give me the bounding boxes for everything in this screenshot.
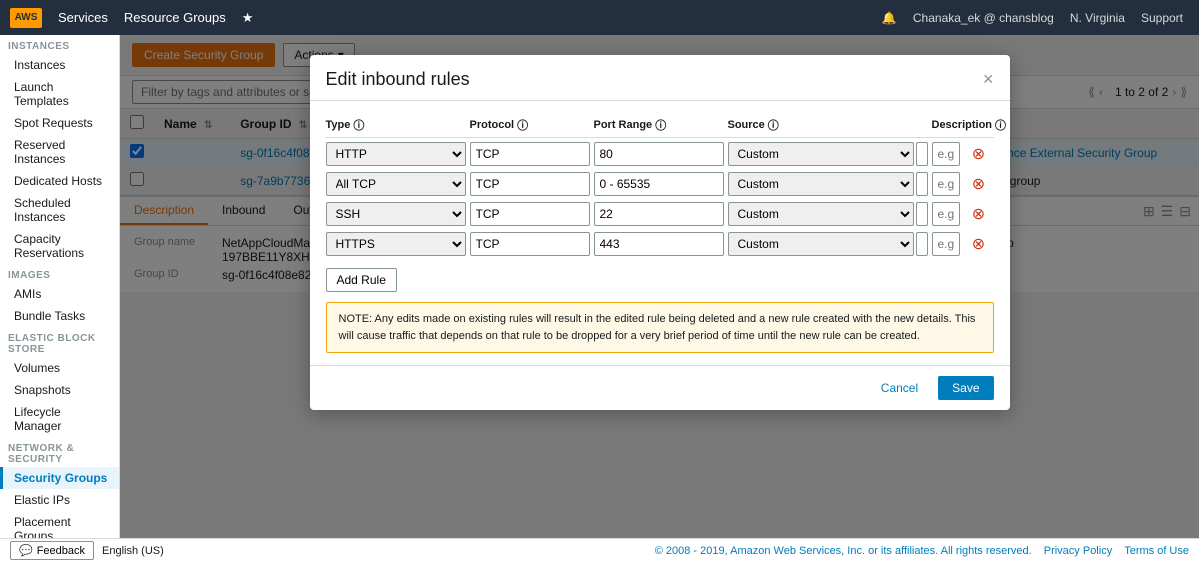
rule-2-remove-button[interactable]: ⊗ xyxy=(964,174,994,194)
rule-3-protocol-input[interactable] xyxy=(470,202,590,226)
main-layout: INSTANCES Instances Launch Templates Spo… xyxy=(0,35,1199,562)
aws-logo: AWS xyxy=(10,8,42,28)
add-rule-button[interactable]: Add Rule xyxy=(326,268,397,292)
edit-inbound-rules-modal: Edit inbound rules × Type ⓘ Protocol ⓘ P… xyxy=(310,55,1010,410)
rule-2-description-input[interactable] xyxy=(932,172,960,196)
sidebar-section-images: IMAGES xyxy=(0,264,119,283)
rule-1-source-type-select[interactable]: Custom xyxy=(728,142,914,166)
footer-language[interactable]: English (US) xyxy=(102,545,164,557)
modal-note: NOTE: Any edits made on existing rules w… xyxy=(326,302,994,353)
rule-2-type-select[interactable]: All TCP xyxy=(326,172,466,196)
sidebar-item-lifecycle-manager[interactable]: Lifecycle Manager xyxy=(0,401,119,437)
rule-2-source-type-select[interactable]: Custom xyxy=(728,172,914,196)
rule-1-port-input[interactable] xyxy=(594,142,724,166)
rules-col-port-range: Port Range ⓘ xyxy=(594,117,724,133)
rule-3-remove-button[interactable]: ⊗ xyxy=(964,204,994,224)
footer-left: 💬 Feedback English (US) xyxy=(10,541,164,560)
sidebar-item-scheduled-instances[interactable]: Scheduled Instances xyxy=(0,192,119,228)
support-menu[interactable]: Support xyxy=(1135,11,1189,25)
sidebar-item-snapshots[interactable]: Snapshots xyxy=(0,379,119,401)
rules-col-type: Type ⓘ xyxy=(326,117,466,133)
rule-4-source-type-select[interactable]: Custom xyxy=(728,232,914,256)
nav-right: 🔔 Chanaka_ek @ chansblog N. Virginia Sup… xyxy=(876,11,1189,25)
sidebar-item-volumes[interactable]: Volumes xyxy=(0,357,119,379)
rule-1-source-value-input[interactable] xyxy=(916,142,928,166)
rule-row-4: HTTPS Custom ⊗ xyxy=(326,232,994,256)
modal-overlay: Edit inbound rules × Type ⓘ Protocol ⓘ P… xyxy=(120,35,1199,562)
modal-footer: Cancel Save xyxy=(310,365,1010,410)
rule-row-2: All TCP Custom ⊗ xyxy=(326,172,994,196)
rule-2-protocol-input[interactable] xyxy=(470,172,590,196)
sidebar-item-elastic-ips[interactable]: Elastic IPs xyxy=(0,489,119,511)
top-nav: AWS Services Resource Groups ★ 🔔 Chanaka… xyxy=(0,0,1199,35)
rule-3-description-input[interactable] xyxy=(932,202,960,226)
sidebar-item-instances[interactable]: Instances xyxy=(0,54,119,76)
feedback-button[interactable]: 💬 Feedback xyxy=(10,541,94,560)
footer-terms-link[interactable]: Terms of Use xyxy=(1124,545,1189,557)
rule-row-1: HTTP Custom ⊗ xyxy=(326,142,994,166)
rule-4-source-value-input[interactable] xyxy=(916,232,928,256)
notifications-icon[interactable]: 🔔 xyxy=(876,11,903,25)
feedback-label: Feedback xyxy=(37,545,85,557)
rules-col-protocol: Protocol ⓘ xyxy=(470,117,590,133)
sidebar: INSTANCES Instances Launch Templates Spo… xyxy=(0,35,120,562)
rule-2-source-value-input[interactable] xyxy=(916,172,928,196)
sidebar-item-bundle-tasks[interactable]: Bundle Tasks xyxy=(0,305,119,327)
sidebar-item-reserved-instances[interactable]: Reserved Instances xyxy=(0,134,119,170)
sidebar-item-capacity-reservations[interactable]: Capacity Reservations xyxy=(0,228,119,264)
content-area: Create Security Group Actions ▾ ? ⟪ ‹ 1 … xyxy=(120,35,1199,562)
sidebar-item-launch-templates[interactable]: Launch Templates xyxy=(0,76,119,112)
sidebar-item-dedicated-hosts[interactable]: Dedicated Hosts xyxy=(0,170,119,192)
modal-header: Edit inbound rules × xyxy=(310,55,1010,101)
rules-col-description: Description ⓘ xyxy=(932,117,1007,133)
footer-privacy-link[interactable]: Privacy Policy xyxy=(1044,545,1112,557)
rule-4-protocol-input[interactable] xyxy=(470,232,590,256)
feedback-icon: 💬 xyxy=(19,544,33,557)
sidebar-section-ebs: ELASTIC BLOCK STORE xyxy=(0,327,119,357)
region-menu[interactable]: N. Virginia xyxy=(1064,11,1131,25)
rule-1-protocol-input[interactable] xyxy=(470,142,590,166)
modal-close-button[interactable]: × xyxy=(983,69,994,90)
rules-col-source: Source ⓘ xyxy=(728,117,928,133)
rule-row-3: SSH Custom ⊗ xyxy=(326,202,994,226)
footer-copyright: © 2008 - 2019, Amazon Web Services, Inc.… xyxy=(655,545,1032,557)
rule-1-type-select[interactable]: HTTP xyxy=(326,142,466,166)
sidebar-item-security-groups[interactable]: Security Groups xyxy=(0,467,119,489)
rule-4-remove-button[interactable]: ⊗ xyxy=(964,234,994,254)
sidebar-item-amis[interactable]: AMIs xyxy=(0,283,119,305)
save-button[interactable]: Save xyxy=(938,376,993,400)
sidebar-section-network: NETWORK & SECURITY xyxy=(0,437,119,467)
rule-3-source-type-select[interactable]: Custom xyxy=(728,202,914,226)
rule-2-port-input[interactable] xyxy=(594,172,724,196)
favorites-icon[interactable]: ★ xyxy=(234,10,262,26)
rule-1-description-input[interactable] xyxy=(932,142,960,166)
rule-4-type-select[interactable]: HTTPS xyxy=(326,232,466,256)
rule-4-port-input[interactable] xyxy=(594,232,724,256)
rule-4-description-input[interactable] xyxy=(932,232,960,256)
bottom-bar: 💬 Feedback English (US) © 2008 - 2019, A… xyxy=(0,538,1199,562)
sidebar-item-spot-requests[interactable]: Spot Requests xyxy=(0,112,119,134)
rule-1-remove-button[interactable]: ⊗ xyxy=(964,144,994,164)
rule-3-type-select[interactable]: SSH xyxy=(326,202,466,226)
modal-body: Type ⓘ Protocol ⓘ Port Range ⓘ Source ⓘ … xyxy=(310,101,1010,365)
sidebar-section-instances: INSTANCES xyxy=(0,35,119,54)
user-menu[interactable]: Chanaka_ek @ chansblog xyxy=(907,11,1060,25)
resource-groups-nav[interactable]: Resource Groups xyxy=(116,10,234,25)
footer-right: © 2008 - 2019, Amazon Web Services, Inc.… xyxy=(655,545,1189,557)
rule-3-source-value-input[interactable] xyxy=(916,202,928,226)
rule-3-port-input[interactable] xyxy=(594,202,724,226)
modal-title: Edit inbound rules xyxy=(326,69,470,90)
services-nav[interactable]: Services xyxy=(50,10,116,25)
rules-column-headers: Type ⓘ Protocol ⓘ Port Range ⓘ Source ⓘ … xyxy=(326,113,994,138)
cancel-button[interactable]: Cancel xyxy=(869,376,930,400)
